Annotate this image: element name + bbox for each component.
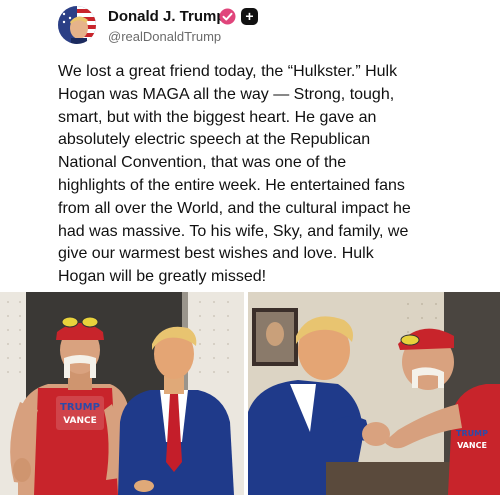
author-handle[interactable]: @realDonaldTrump [108, 29, 221, 44]
photo-two-men-standing: TRUMP VANCE [0, 292, 244, 495]
post-text: We lost a great friend today, the “Hulks… [58, 63, 411, 286]
avatar-image [58, 6, 96, 44]
avatar[interactable] [58, 6, 96, 44]
shirt-text-right-1: TRUMP [456, 429, 488, 438]
post-photo-left[interactable]: TRUMP VANCE [0, 292, 244, 495]
shirt-text-left-1: TRUMP [60, 402, 100, 413]
verified-badge-icon [219, 8, 236, 25]
shirt-text-left-2: VANCE [63, 416, 97, 426]
post-photo-right[interactable]: TRUMP VANCE [248, 292, 500, 495]
photo-arm-wrestle: TRUMP VANCE [248, 292, 500, 495]
shirt-text-right-2: VANCE [457, 441, 487, 450]
post-header: Donald J. Trump + @realDonaldTrump [0, 0, 500, 50]
author-display-name[interactable]: Donald J. Trump [108, 8, 226, 25]
plus-badge-icon: + [241, 8, 258, 25]
